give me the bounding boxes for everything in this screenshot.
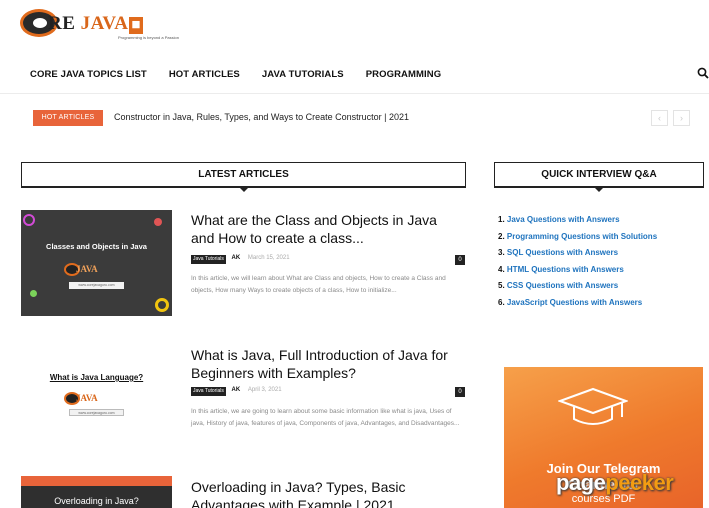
ticker-badge: HOT ARTICLES [33,110,103,126]
chevron-left-icon: ‹ [658,113,661,123]
search-icon[interactable] [697,67,709,79]
thumbnail-url: www.corejavaguru.com [69,409,124,416]
quick-qa-link[interactable]: SQL Questions with Answers [507,248,618,257]
article-meta: Java Tutorials AK April 3, 2021 [191,387,282,397]
thumbnail-accent-bar [21,476,172,486]
list-item: 3. SQL Questions with Answers [498,248,619,257]
article-excerpt: In this article, we are going to learn a… [191,408,460,427]
ring-decoration-icon [23,214,35,226]
logo-badge-icon: ■ [129,17,143,34]
logo-wordmark: RE JAVA ■ [48,13,143,34]
list-item: 5. CSS Questions with Answers [498,281,619,290]
list-item: 1. Java Questions with Answers [498,215,620,224]
author-name[interactable]: AK [232,387,241,393]
ticker-next-button[interactable]: › [673,110,690,126]
quick-qa-link[interactable]: Programming Questions with Solutions [507,232,657,241]
list-item: 4. HTML Questions with Answers [498,264,624,274]
quick-qa-link[interactable]: CSS Questions with Answers [507,281,618,290]
ring-decoration-icon [155,298,169,312]
article-excerpt: In this article, we will learn about Wha… [191,275,446,294]
list-item: 2. Programming Questions with Solutions [498,231,658,241]
category-tag[interactable]: Java Tutorials [191,255,226,264]
article-thumbnail[interactable]: Overloading in Java? [21,476,172,508]
author-name[interactable]: AK [232,255,241,261]
quick-qa-header: QUICK INTERVIEW Q&A [494,162,704,192]
article-title[interactable]: What are the Class and Objects in Java a… [191,211,461,247]
article-meta: Java Tutorials AK March 15, 2021 [191,255,290,265]
latest-articles-header: LATEST ARTICLES [21,162,466,192]
thumbnail-logo-word: JAVA [76,393,98,403]
thumbnail-url: www.corejavaguru.com [69,282,124,289]
chevron-right-icon: › [680,113,683,123]
nav-hot-articles[interactable]: HOT ARTICLES [169,69,240,80]
quick-qa-link[interactable]: HTML Questions with Answers [507,265,624,274]
article-thumbnail[interactable]: What is Java Language? JAVA www.corejava… [21,345,172,451]
article-date: March 15, 2021 [247,255,290,261]
thumbnail-logo: JAVA [64,391,130,407]
category-tag[interactable]: Java Tutorials [191,387,226,396]
thumbnail-title: What is Java Language? [49,373,144,382]
comment-count[interactable]: 0 [455,255,465,265]
thumbnail-logo-word: JAVA [76,264,98,274]
thumbnail-logo: JAVA [64,262,130,278]
ticker-headline[interactable]: Constructor in Java, Rules, Types, and W… [114,112,409,122]
graduation-cap-icon [558,387,628,425]
logo-tagline: Programming is beyond a Passion [118,35,179,40]
nav-core-java-topics[interactable]: CORE JAVA TOPICS LIST [30,69,147,80]
dot-decoration-icon [30,290,37,297]
pagepeeker-watermark: pagepeeker [556,470,674,495]
site-logo[interactable]: RE JAVA ■ Programming is beyond a Passion [20,7,179,41]
article-title[interactable]: What is Java, Full Introduction of Java … [191,346,461,382]
quick-qa-list: 1. Java Questions with Answers 2. Progra… [498,212,657,311]
article-title[interactable]: Overloading in Java? Types, Basic Advant… [191,478,461,508]
article-date: April 3, 2021 [247,387,282,393]
dot-decoration-icon [154,218,162,226]
article-thumbnail[interactable]: Classes and Objects in Java JAVA www.cor… [21,210,172,316]
main-nav: CORE JAVA TOPICS LIST HOT ARTICLES JAVA … [30,69,463,80]
quick-qa-link[interactable]: Java Questions with Answers [507,215,620,224]
nav-java-tutorials[interactable]: JAVA TUTORIALS [262,69,344,80]
comment-count[interactable]: 0 [455,387,465,397]
ticker-prev-button[interactable]: ‹ [651,110,668,126]
quick-qa-link[interactable]: JavaScript Questions with Answers [507,298,642,307]
list-item: 6. JavaScript Questions with Answers [498,297,643,307]
thumbnail-title: Classes and Objects in Java [46,242,147,251]
thumbnail-title: Overloading in Java? [54,496,139,506]
header-divider [0,93,709,94]
nav-programming[interactable]: PROGRAMMING [366,69,442,80]
